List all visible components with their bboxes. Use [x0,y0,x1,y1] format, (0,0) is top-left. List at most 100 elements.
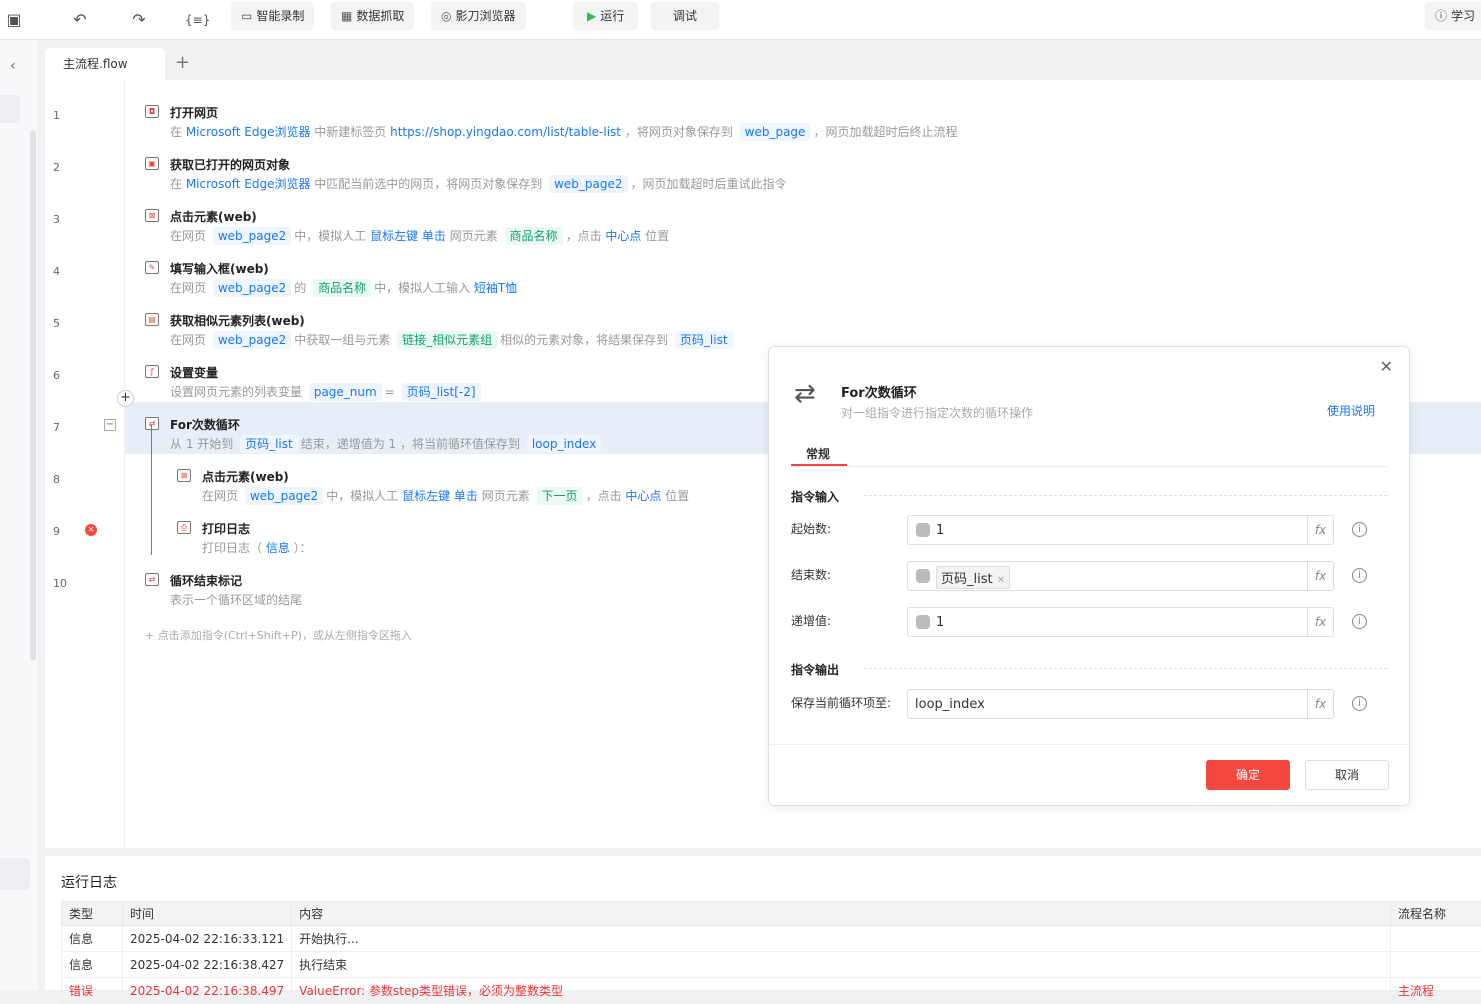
fx-button[interactable]: fx [1307,562,1333,590]
run-button[interactable]: ▶运行 [573,2,638,30]
step-title: 设置变量 [170,364,218,381]
param-link[interactable]: 中心点 [625,489,661,503]
sidebar-tab[interactable] [0,95,20,123]
learn-button[interactable]: ⓘ学习 [1425,2,1481,30]
element-chip[interactable]: 下一页 [537,487,583,505]
variable-chip[interactable]: web_page [740,123,811,141]
flow-step[interactable]: ⊠点击元素(web)在网页 web_page2中，模拟人工 鼠标左键 单击 网页… [125,194,1481,246]
variable-chip[interactable]: page_num [309,383,382,401]
smart-record-button[interactable]: ▭ 智能录制 [231,2,314,30]
log-cell: 信息 [62,952,123,978]
step-icon: ▣ [145,157,159,170]
confirm-button[interactable]: 确定 [1206,760,1290,790]
error-icon[interactable]: ✕ [85,524,97,536]
desc-text: 结束，递增值为 1 ，将当前循环值保存到 [301,437,524,451]
variable-chip[interactable]: 页码_list[-2] [402,383,481,401]
sidebar-scrollbar[interactable] [30,130,36,660]
close-icon[interactable]: ✕ [1380,357,1393,376]
variable-chip[interactable]: web_page2 [549,175,627,193]
add-tab-button[interactable]: + [175,52,190,73]
play-icon: ▶ [587,9,596,23]
param-link[interactable]: 鼠标左键 单击 [370,229,446,243]
collapse-loop-icon[interactable]: − [104,419,116,431]
desc-text: 的 [294,281,310,295]
debug-button[interactable]: 调试 [651,2,719,30]
end-tag[interactable]: 页码_list ✕ [936,566,1010,589]
desc-text: = [385,385,399,399]
element-chip[interactable]: 链接_相似元素组 [397,331,497,349]
log-row[interactable]: 错误2025-04-02 22:16:38.497ValueError: 参数s… [62,978,1481,1004]
record-label: 智能录制 [256,9,304,23]
variable-chip[interactable]: 页码_list [675,331,733,349]
end-label: 结束数: [791,566,831,583]
log-cell: 2025-04-02 22:16:38.497 [123,978,292,1004]
start-input[interactable]: 1fx [907,515,1334,545]
flow-step[interactable]: ▣获取已打开的网页对象在 Microsoft Edge浏览器 中匹配当前选中的网… [125,142,1481,194]
redo-icon[interactable]: ↷ [127,8,151,32]
browser-label: 影刀浏览器 [455,9,515,23]
tab-main-flow[interactable]: 主流程.flow [45,48,165,80]
step-input[interactable]: 1 fx [907,607,1334,637]
step-icon: ⊠ [177,469,191,482]
collapse-icon[interactable]: ‹ [10,58,16,74]
flow-step[interactable]: ✎填写输入框(web)在网页 web_page2的 商品名称中，模拟人工输入 短… [125,246,1481,298]
element-chip[interactable]: 商品名称 [313,279,371,297]
variable-chip[interactable]: loop_index [527,435,601,453]
undo-icon[interactable]: ↶ [68,8,92,32]
learn-label: 学习 [1451,9,1475,23]
log-row[interactable]: 信息2025-04-02 22:16:38.427执行结束 [62,952,1481,978]
param-link[interactable]: 短袖T恤 [474,281,517,295]
fx-button[interactable]: fx [1307,690,1333,718]
flow-step[interactable]: ◘打开网页在 Microsoft Edge浏览器 中新建标签页 https://… [125,90,1481,142]
save-icon[interactable]: ▣ [2,8,26,32]
tab-general[interactable]: 常规 [806,445,830,462]
variable-chip[interactable]: web_page2 [213,227,291,245]
help-link[interactable]: 使用说明 [1327,402,1375,419]
variable-chip[interactable]: web_page2 [213,331,291,349]
element-chip[interactable]: 商品名称 [505,227,563,245]
info-icon[interactable]: i [1352,614,1367,629]
step-icon: ƒ [145,365,159,378]
end-input[interactable]: 页码_list ✕ fx [907,561,1334,591]
fx-button[interactable]: fx [1307,608,1333,636]
param-link[interactable]: Microsoft Edge浏览器 [186,177,311,191]
desc-text: 在网页 [170,333,210,347]
variables-icon[interactable]: {≡} [185,8,209,32]
param-link[interactable]: Microsoft Edge浏览器 [186,125,311,139]
log-row[interactable]: 信息2025-04-02 22:16:33.121开始执行... [62,926,1481,952]
fx-button[interactable]: fx [1307,516,1333,544]
remove-tag-icon[interactable]: ✕ [997,575,1005,586]
left-sidebar: ‹ [0,40,38,990]
col-type: 类型 [62,902,123,926]
line-number: 2 [53,161,60,174]
dialog-subtitle: 对一组指令进行指定次数的循环操作 [841,404,1033,421]
info-icon[interactable]: i [1352,568,1367,583]
add-command-hint[interactable]: + 点击添加指令(Ctrl+Shift+P)，或从左侧指令区拖入 [145,627,412,643]
insert-step-button[interactable]: + [117,390,134,407]
step-description: 从 1 开始到 页码_list结束，递增值为 1 ，将当前循环值保存到 loop… [170,435,604,452]
param-link[interactable]: 信息 [266,541,290,555]
video-icon: ▭ [241,9,252,23]
browser-button[interactable]: ◎ 影刀浏览器 [431,2,526,30]
param-link[interactable]: https://shop.yingdao.com/list/table-list [390,125,621,139]
info-icon[interactable]: i [1352,696,1367,711]
param-link[interactable]: 鼠标左键 单击 [402,489,478,503]
desc-text: 打印日志（ [202,541,266,555]
step-description: 在 Microsoft Edge浏览器 中匹配当前选中的网页，将网页对象保存到 … [170,175,787,192]
cancel-button[interactable]: 取消 [1305,760,1389,790]
step-value: 1 [936,615,944,630]
data-scrape-button[interactable]: ▦数据抓取 [331,2,414,30]
step-icon: ⇄ [145,573,159,586]
sidebar-tab-bottom[interactable] [0,858,30,890]
variable-chip[interactable]: 页码_list [240,435,298,453]
desc-text: ，将网页对象保存到 [621,125,737,139]
flow-step[interactable]: ▤获取相似元素列表(web)在网页 web_page2中获取一组与元素 链接_相… [125,298,1481,350]
browser-icon: ◎ [441,9,451,23]
variable-chip[interactable]: web_page2 [245,487,323,505]
variable-chip[interactable]: web_page2 [213,279,291,297]
step-label: 递增值: [791,612,831,629]
info-icon[interactable]: i [1352,522,1367,537]
col-flow: 流程名称 [1391,902,1481,926]
param-link[interactable]: 中心点 [605,229,641,243]
save-input[interactable]: loop_indexfx [907,689,1334,719]
